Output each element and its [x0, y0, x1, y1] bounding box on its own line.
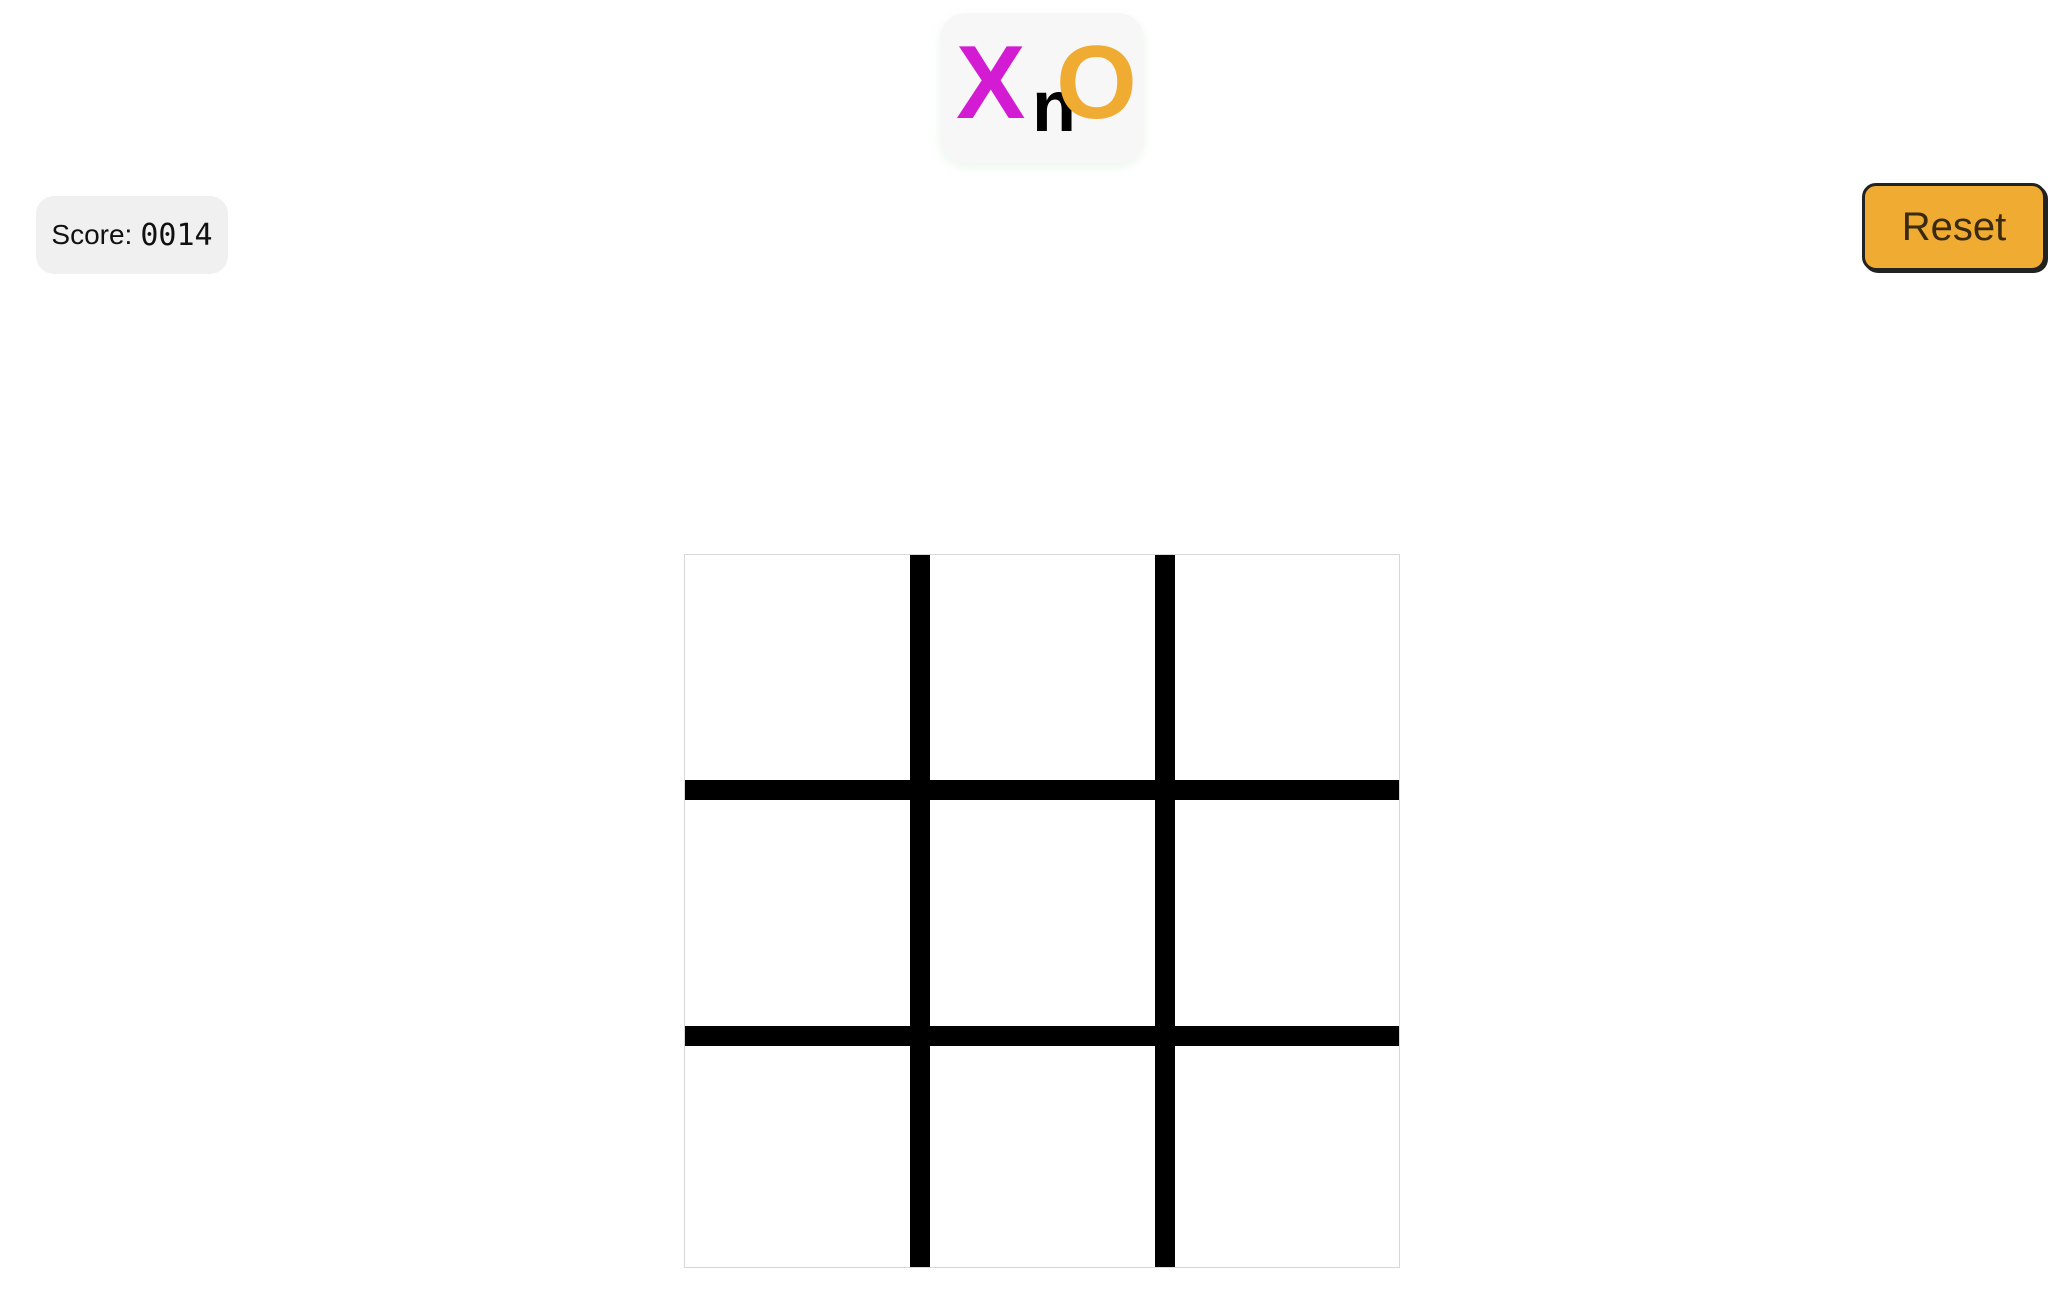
grid-line-vertical-2 [1155, 555, 1175, 1267]
board-cell-4[interactable] [685, 800, 910, 1025]
logo-x-letter: X [956, 25, 1026, 141]
board-cell-1[interactable] [685, 555, 910, 780]
logo-o-letter: O [1056, 25, 1137, 141]
board-cell-9[interactable] [1176, 1046, 1401, 1271]
reset-button[interactable]: Reset [1862, 183, 2046, 271]
board-cell-5[interactable] [930, 800, 1155, 1025]
board-cell-6[interactable] [1176, 800, 1401, 1025]
app-logo: X n O [940, 13, 1144, 163]
score-display: Score: 0014 [36, 196, 228, 274]
board-cell-3[interactable] [1176, 555, 1401, 780]
grid-line-vertical-1 [910, 555, 930, 1267]
grid-line-horizontal-2 [685, 1026, 1399, 1046]
score-label: Score: [51, 219, 133, 250]
board-cell-8[interactable] [930, 1046, 1155, 1271]
board-cell-7[interactable] [685, 1046, 910, 1271]
game-board [684, 554, 1400, 1268]
score-value: 0014 [140, 217, 213, 253]
board-cell-2[interactable] [930, 555, 1155, 780]
grid-line-horizontal-1 [685, 780, 1399, 800]
